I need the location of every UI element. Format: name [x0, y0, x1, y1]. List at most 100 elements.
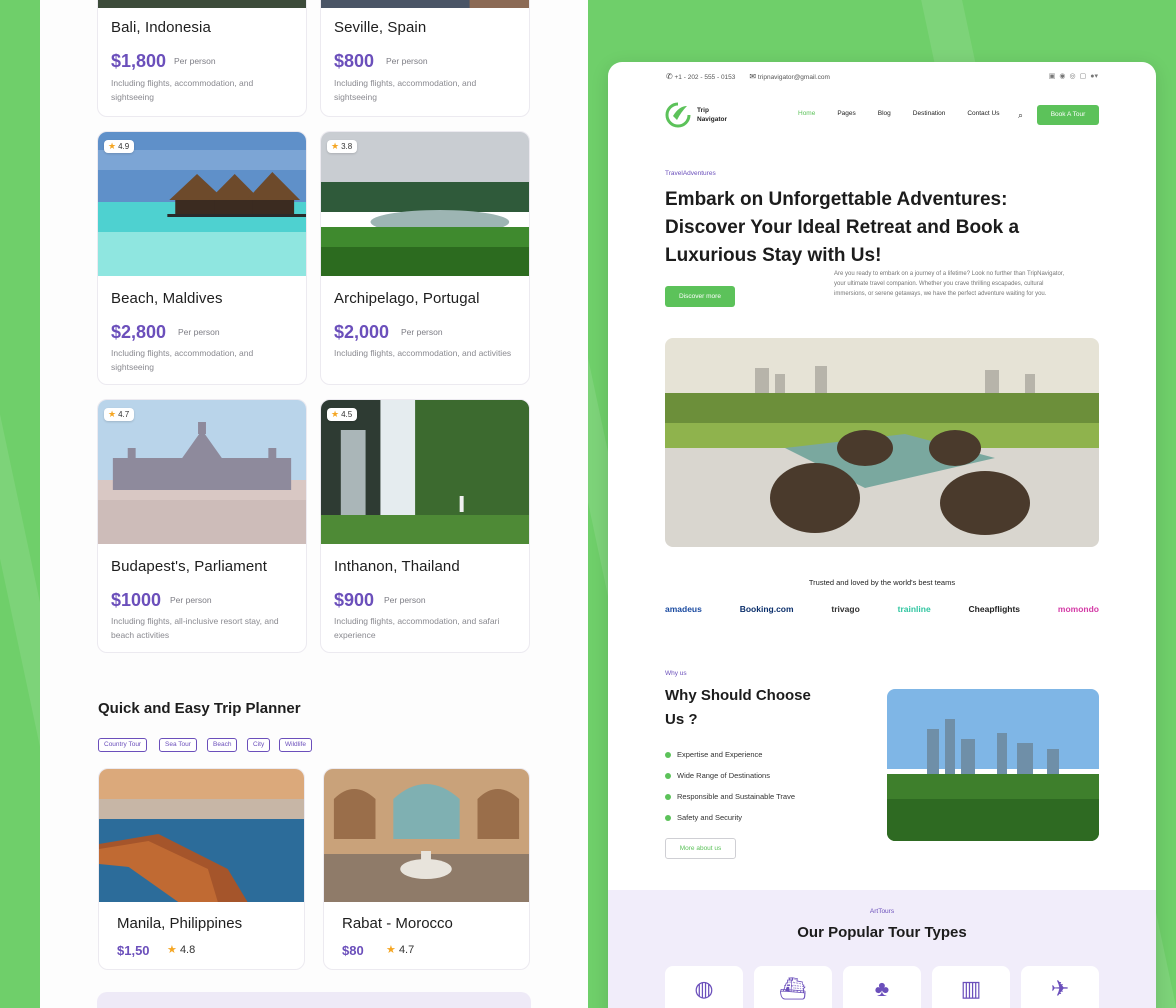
bullet-icon: [665, 751, 671, 758]
logo-text: Trip: [697, 107, 709, 114]
destination-card[interactable]: ★ 3.8 Archipelago, Portugal $2,000 Per pe…: [320, 131, 530, 385]
main-nav: Home Pages Blog Destination Contact Us: [798, 110, 999, 117]
destination-name: Budapest's, Parliament: [111, 558, 267, 575]
brand-momondo: momondo: [1057, 604, 1099, 614]
book-tour-button[interactable]: Book A Tour: [1037, 105, 1099, 125]
logo-icon: [665, 102, 691, 128]
star-icon: ★: [386, 944, 396, 956]
more-about-us-button[interactable]: More about us: [665, 838, 736, 859]
logo[interactable]: Trip Navigator: [665, 102, 727, 128]
destination-price: $1,800: [111, 51, 167, 71]
price-unit: Per person: [178, 327, 220, 337]
pinterest-icon[interactable]: ◉: [1059, 72, 1065, 80]
rating-badge: ★ 4.9: [104, 140, 135, 153]
nav-destination[interactable]: Destination: [913, 110, 946, 117]
trip-price: $80: [342, 943, 364, 958]
destination-card[interactable]: ★ 4.7 Budapest's, Parliament $1000 Per pe…: [97, 399, 307, 653]
tour-type-tile[interactable]: ⛴: [754, 966, 832, 1008]
language-flag-icon[interactable]: ●▾: [1090, 72, 1098, 80]
youtube-icon[interactable]: ▣: [1049, 72, 1056, 80]
list-item: Safety and Security: [665, 807, 795, 828]
destination-card[interactable]: Bali, Indonesia $1,800 Per person Includ…: [97, 0, 307, 117]
destination-card[interactable]: ★ 4.5 Inthanon, Thailand $900 Per person …: [320, 399, 530, 653]
tour-type-tile[interactable]: ▥: [932, 966, 1010, 1008]
destination-card[interactable]: Seville, Spain $800 Per person Including…: [320, 0, 530, 117]
nav-blog[interactable]: Blog: [878, 110, 891, 117]
list-item: Wide Range of Destinations: [665, 765, 795, 786]
trip-name: Rabat - Morocco: [342, 915, 453, 932]
globe-icon: ◍: [694, 976, 714, 1001]
destination-price: $2,000: [334, 322, 390, 342]
city-buildings-icon: ▥: [960, 976, 982, 1001]
nav-pages[interactable]: Pages: [837, 110, 855, 117]
why-title: Why Should Choose Us ?: [665, 687, 811, 728]
phone-contact[interactable]: ✆ +1 - 202 - 555 - 0153: [666, 72, 735, 81]
destination-photo: [321, 0, 529, 8]
list-item: Expertise and Experience: [665, 744, 795, 765]
trip-card[interactable]: Rabat - Morocco $80 ★ 4.7: [323, 768, 530, 970]
palm-tree-icon: ♣: [874, 976, 890, 1001]
destinations-panel: Bali, Indonesia $1,800 Per person Includ…: [40, 0, 588, 1008]
destination-price: $2,800: [111, 322, 167, 342]
star-icon: ★: [108, 409, 117, 419]
destination-price: $900: [334, 590, 375, 610]
portugal-photo: ★ 3.8: [321, 132, 529, 276]
destination-card[interactable]: ★ 4.9 Beach, Maldives $2,800 Per person I…: [97, 131, 307, 385]
destination-price: $800: [334, 51, 375, 71]
tour-type-tile[interactable]: ♣: [843, 966, 921, 1008]
trip-card[interactable]: Manila, Philippines $1,50 ★ 4.8: [98, 768, 305, 970]
star-icon: ★: [331, 409, 340, 419]
tours-eyebrow: ArtTours: [869, 908, 895, 915]
brand-trivago: trivago: [831, 604, 860, 614]
rating-badge: ★ 4.7: [104, 408, 135, 421]
email-contact[interactable]: ✉ tripnavigator@gmail.com: [749, 72, 830, 81]
filter-chip-city[interactable]: City: [247, 738, 271, 752]
destination-photo: [98, 0, 306, 8]
thailand-photo: ★ 4.5: [321, 400, 529, 544]
why-eyebrow: Why us: [665, 670, 687, 677]
why-list: Expertise and Experience Wide Range of D…: [665, 744, 795, 828]
hero-image: [665, 338, 1099, 547]
brand-amadeus: amadeus: [665, 604, 702, 614]
star-icon: ★: [331, 141, 340, 151]
hero-title: Embark on Unforgettable Adventures: Disc…: [665, 189, 1020, 266]
destination-name: Archipelago, Portugal: [334, 290, 480, 307]
destination-description: Including flights, all-inclusive resort …: [111, 616, 279, 640]
filter-chip-wildlife[interactable]: Wildlife: [279, 738, 312, 752]
destination-name: Bali, Indonesia: [111, 19, 211, 36]
trusted-caption: Trusted and loved by the world's best te…: [808, 578, 956, 587]
maldives-photo: ★ 4.9: [98, 132, 306, 276]
whatsapp-icon[interactable]: ◎: [1070, 72, 1076, 80]
hero-description: Are you ready to embark on a journey of …: [834, 271, 1065, 297]
landing-page-panel: ✆ +1 - 202 - 555 - 0153 ✉ tripnavigator@…: [608, 62, 1156, 1008]
price-unit: Per person: [174, 56, 216, 66]
tour-type-tile[interactable]: ✈: [1021, 966, 1099, 1008]
manila-photo: [99, 769, 304, 902]
destination-name: Seville, Spain: [334, 19, 427, 36]
bottom-section: [97, 992, 531, 1008]
rating-badge: ★ 3.8: [327, 140, 358, 153]
nav-home[interactable]: Home: [798, 110, 815, 117]
filter-chip-beach[interactable]: Beach: [207, 738, 238, 752]
bullet-icon: [665, 793, 671, 800]
nav-contact[interactable]: Contact Us: [967, 110, 999, 117]
trip-rating: ★ 4.7: [386, 944, 415, 956]
filter-chip-country-tour[interactable]: Country Tour: [98, 738, 148, 752]
destination-description: Including flights, accommodation, and si…: [111, 78, 254, 102]
tour-type-tile[interactable]: ◍: [665, 966, 743, 1008]
filter-chip-sea-tour[interactable]: Sea Tour: [159, 738, 197, 752]
ship-icon: ⛴: [779, 976, 807, 1001]
search-icon[interactable]: ⌕: [1018, 110, 1023, 121]
instagram-icon[interactable]: ▢: [1080, 72, 1087, 80]
city-image: [887, 689, 1099, 841]
brand-cheapflights: Cheapflights: [968, 604, 1021, 614]
bullet-icon: [665, 772, 671, 779]
discover-more-button[interactable]: Discover more: [665, 286, 735, 307]
star-icon: ★: [167, 944, 177, 956]
logo-text: Navigator: [697, 116, 727, 123]
social-links: ▣ ◉ ◎ ▢ ●▾: [1049, 72, 1098, 80]
star-icon: ★: [108, 141, 117, 151]
destination-name: Inthanon, Thailand: [334, 558, 460, 575]
mail-icon: ✉: [749, 72, 757, 81]
price-unit: Per person: [386, 56, 428, 66]
